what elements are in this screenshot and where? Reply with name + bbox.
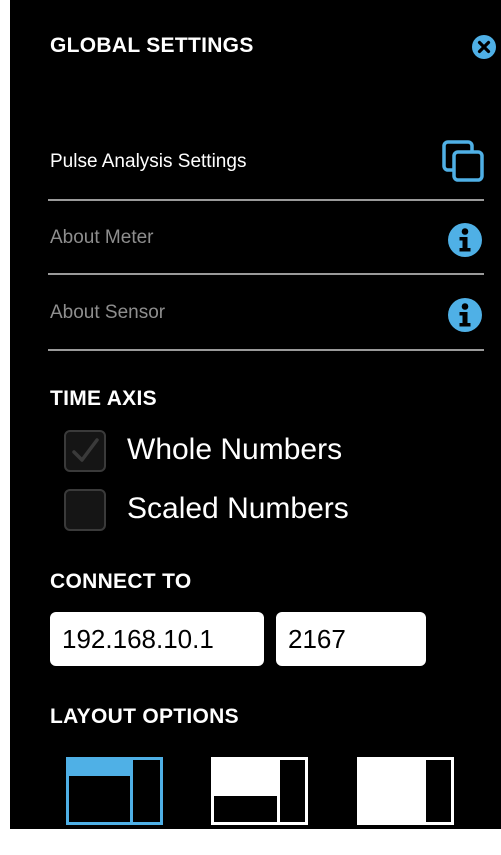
layout-full-side-icon[interactable] — [357, 757, 454, 825]
menu-item-about-meter[interactable]: About Meter — [48, 201, 484, 275]
close-icon[interactable] — [472, 35, 496, 59]
info-icon[interactable] — [448, 298, 482, 332]
panel-title: GLOBAL SETTINGS — [50, 34, 254, 57]
ip-address-input[interactable]: 192.168.10.1 — [50, 612, 264, 666]
menu-item-label: About Sensor — [50, 302, 166, 323]
layout-bottom-wide-icon[interactable] — [211, 757, 308, 825]
whole-numbers-checkbox[interactable] — [64, 430, 106, 472]
menu-item-label: Pulse Analysis Settings — [50, 151, 247, 172]
connect-to-heading: CONNECT TO — [50, 570, 192, 593]
scaled-numbers-checkbox[interactable] — [64, 489, 106, 531]
scaled-numbers-label: Scaled Numbers — [127, 492, 349, 525]
layout-top-wide-icon[interactable] — [66, 757, 163, 825]
menu-item-pulse-analysis-settings[interactable]: Pulse Analysis Settings — [48, 128, 484, 201]
info-icon[interactable] — [448, 223, 482, 257]
global-settings-panel: GLOBAL SETTINGS Pulse Analysis Settings … — [10, 0, 501, 829]
copy-windows-icon[interactable] — [442, 140, 486, 184]
layout-options-heading: LAYOUT OPTIONS — [50, 705, 239, 728]
menu-item-label: About Meter — [50, 227, 154, 248]
menu-item-about-sensor[interactable]: About Sensor — [48, 275, 484, 351]
time-axis-heading: TIME AXIS — [50, 387, 157, 410]
whole-numbers-label: Whole Numbers — [127, 433, 343, 466]
port-input[interactable]: 2167 — [276, 612, 426, 666]
